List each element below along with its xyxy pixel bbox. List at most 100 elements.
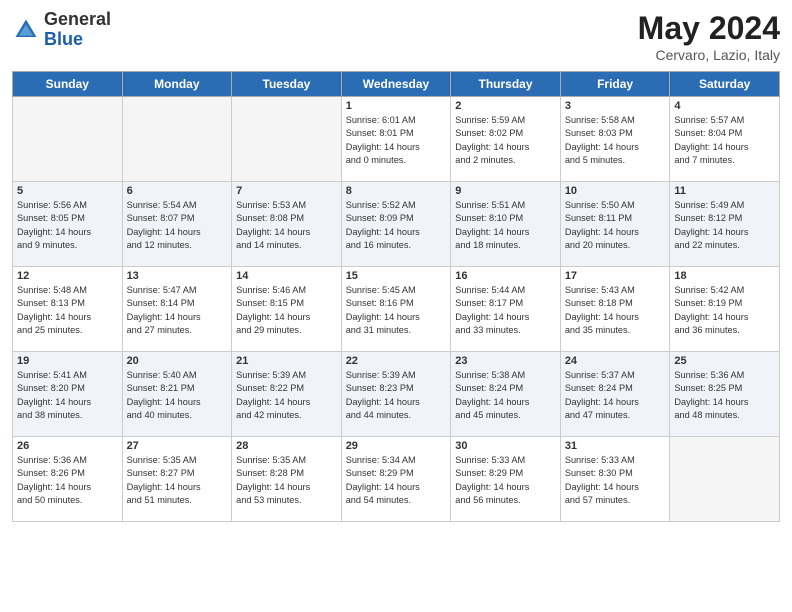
day-number: 15	[346, 270, 447, 282]
day-info: Sunrise: 5:52 AM Sunset: 8:09 PM Dayligh…	[346, 199, 447, 252]
day-number: 18	[674, 270, 775, 282]
calendar-cell: 25 Sunrise: 5:36 AM Sunset: 8:25 PM Dayli…	[670, 352, 780, 437]
calendar-cell: 9 Sunrise: 5:51 AM Sunset: 8:10 PM Daylig…	[451, 182, 561, 267]
calendar-cell: 13 Sunrise: 5:47 AM Sunset: 8:14 PM Dayli…	[122, 267, 232, 352]
title-block: May 2024 Cervaro, Lazio, Italy	[638, 10, 780, 63]
day-of-week-row: SundayMondayTuesdayWednesdayThursdayFrid…	[13, 72, 780, 97]
logo-general: General	[44, 9, 111, 29]
day-info: Sunrise: 5:45 AM Sunset: 8:16 PM Dayligh…	[346, 284, 447, 337]
day-info: Sunrise: 5:48 AM Sunset: 8:13 PM Dayligh…	[17, 284, 118, 337]
calendar-cell	[232, 97, 342, 182]
day-header-friday: Friday	[560, 72, 670, 97]
day-info: Sunrise: 5:35 AM Sunset: 8:27 PM Dayligh…	[127, 454, 228, 507]
calendar-cell: 16 Sunrise: 5:44 AM Sunset: 8:17 PM Dayli…	[451, 267, 561, 352]
day-header-monday: Monday	[122, 72, 232, 97]
calendar-cell: 29 Sunrise: 5:34 AM Sunset: 8:29 PM Dayli…	[341, 437, 451, 522]
day-number: 24	[565, 355, 666, 367]
calendar-cell: 28Sunrise: 5:35 AM Sunset: 8:28 PM Dayli…	[232, 437, 342, 522]
header: General Blue May 2024 Cervaro, Lazio, It…	[12, 10, 780, 63]
week-row-0: 1Sunrise: 6:01 AM Sunset: 8:01 PM Daylig…	[13, 97, 780, 182]
calendar-cell: 30 Sunrise: 5:33 AM Sunset: 8:29 PM Dayli…	[451, 437, 561, 522]
day-info: Sunrise: 5:56 AM Sunset: 8:05 PM Dayligh…	[17, 199, 118, 252]
day-info: Sunrise: 5:51 AM Sunset: 8:10 PM Dayligh…	[455, 199, 556, 252]
day-header-tuesday: Tuesday	[232, 72, 342, 97]
day-number: 23	[455, 355, 556, 367]
month-title: May 2024	[638, 10, 780, 47]
calendar-cell	[670, 437, 780, 522]
day-number: 21	[236, 355, 337, 367]
calendar-cell	[13, 97, 123, 182]
logo-blue: Blue	[44, 29, 83, 49]
day-number: 11	[674, 185, 775, 197]
day-header-saturday: Saturday	[670, 72, 780, 97]
day-info: Sunrise: 5:44 AM Sunset: 8:17 PM Dayligh…	[455, 284, 556, 337]
day-number: 8	[346, 185, 447, 197]
day-number: 1	[346, 100, 447, 112]
calendar-cell: 18 Sunrise: 5:42 AM Sunset: 8:19 PM Dayli…	[670, 267, 780, 352]
calendar-cell: 22Sunrise: 5:39 AM Sunset: 8:23 PM Dayli…	[341, 352, 451, 437]
day-number: 12	[17, 270, 118, 282]
day-number: 3	[565, 100, 666, 112]
day-number: 2	[455, 100, 556, 112]
day-info: Sunrise: 5:43 AM Sunset: 8:18 PM Dayligh…	[565, 284, 666, 337]
day-info: Sunrise: 5:59 AM Sunset: 8:02 PM Dayligh…	[455, 114, 556, 167]
calendar-cell: 1Sunrise: 6:01 AM Sunset: 8:01 PM Daylig…	[341, 97, 451, 182]
calendar-cell: 4 Sunrise: 5:57 AM Sunset: 8:04 PM Daylig…	[670, 97, 780, 182]
day-info: Sunrise: 5:33 AM Sunset: 8:29 PM Dayligh…	[455, 454, 556, 507]
calendar-cell: 11 Sunrise: 5:49 AM Sunset: 8:12 PM Dayli…	[670, 182, 780, 267]
day-info: Sunrise: 5:39 AM Sunset: 8:23 PM Dayligh…	[346, 369, 447, 422]
day-info: Sunrise: 5:47 AM Sunset: 8:14 PM Dayligh…	[127, 284, 228, 337]
calendar-cell: 5 Sunrise: 5:56 AM Sunset: 8:05 PM Daylig…	[13, 182, 123, 267]
day-number: 13	[127, 270, 228, 282]
day-number: 10	[565, 185, 666, 197]
day-info: Sunrise: 5:57 AM Sunset: 8:04 PM Dayligh…	[674, 114, 775, 167]
calendar-cell: 6 Sunrise: 5:54 AM Sunset: 8:07 PM Daylig…	[122, 182, 232, 267]
day-header-thursday: Thursday	[451, 72, 561, 97]
calendar-cell: 21Sunrise: 5:39 AM Sunset: 8:22 PM Dayli…	[232, 352, 342, 437]
day-number: 14	[236, 270, 337, 282]
day-number: 4	[674, 100, 775, 112]
day-info: Sunrise: 5:54 AM Sunset: 8:07 PM Dayligh…	[127, 199, 228, 252]
day-info: Sunrise: 5:38 AM Sunset: 8:24 PM Dayligh…	[455, 369, 556, 422]
calendar-cell: 23 Sunrise: 5:38 AM Sunset: 8:24 PM Dayli…	[451, 352, 561, 437]
calendar-cell: 17 Sunrise: 5:43 AM Sunset: 8:18 PM Dayli…	[560, 267, 670, 352]
day-number: 28	[236, 440, 337, 452]
week-row-3: 19Sunrise: 5:41 AM Sunset: 8:20 PM Dayli…	[13, 352, 780, 437]
day-info: Sunrise: 5:34 AM Sunset: 8:29 PM Dayligh…	[346, 454, 447, 507]
day-number: 17	[565, 270, 666, 282]
day-number: 7	[236, 185, 337, 197]
calendar-cell: 2 Sunrise: 5:59 AM Sunset: 8:02 PM Daylig…	[451, 97, 561, 182]
calendar-cell: 26Sunrise: 5:36 AM Sunset: 8:26 PM Dayli…	[13, 437, 123, 522]
day-number: 30	[455, 440, 556, 452]
logo-text: General Blue	[44, 10, 111, 50]
day-info: Sunrise: 5:40 AM Sunset: 8:21 PM Dayligh…	[127, 369, 228, 422]
day-info: Sunrise: 5:37 AM Sunset: 8:24 PM Dayligh…	[565, 369, 666, 422]
day-info: Sunrise: 5:42 AM Sunset: 8:19 PM Dayligh…	[674, 284, 775, 337]
day-number: 29	[346, 440, 447, 452]
day-number: 26	[17, 440, 118, 452]
week-row-2: 12 Sunrise: 5:48 AM Sunset: 8:13 PM Dayli…	[13, 267, 780, 352]
calendar-cell	[122, 97, 232, 182]
day-header-sunday: Sunday	[13, 72, 123, 97]
day-info: Sunrise: 5:46 AM Sunset: 8:15 PM Dayligh…	[236, 284, 337, 337]
day-info: Sunrise: 5:36 AM Sunset: 8:25 PM Dayligh…	[674, 369, 775, 422]
calendar-cell: 3Sunrise: 5:58 AM Sunset: 8:03 PM Daylig…	[560, 97, 670, 182]
calendar-cell: 8 Sunrise: 5:52 AM Sunset: 8:09 PM Daylig…	[341, 182, 451, 267]
day-number: 9	[455, 185, 556, 197]
day-number: 27	[127, 440, 228, 452]
calendar-cell: 12 Sunrise: 5:48 AM Sunset: 8:13 PM Dayli…	[13, 267, 123, 352]
day-number: 5	[17, 185, 118, 197]
day-header-wednesday: Wednesday	[341, 72, 451, 97]
logo-icon	[12, 16, 40, 44]
day-info: Sunrise: 5:50 AM Sunset: 8:11 PM Dayligh…	[565, 199, 666, 252]
day-number: 16	[455, 270, 556, 282]
calendar-cell: 20 Sunrise: 5:40 AM Sunset: 8:21 PM Dayli…	[122, 352, 232, 437]
day-number: 6	[127, 185, 228, 197]
day-number: 25	[674, 355, 775, 367]
day-number: 19	[17, 355, 118, 367]
day-info: Sunrise: 5:49 AM Sunset: 8:12 PM Dayligh…	[674, 199, 775, 252]
day-info: Sunrise: 5:53 AM Sunset: 8:08 PM Dayligh…	[236, 199, 337, 252]
week-row-4: 26Sunrise: 5:36 AM Sunset: 8:26 PM Dayli…	[13, 437, 780, 522]
location: Cervaro, Lazio, Italy	[638, 47, 780, 63]
day-number: 20	[127, 355, 228, 367]
